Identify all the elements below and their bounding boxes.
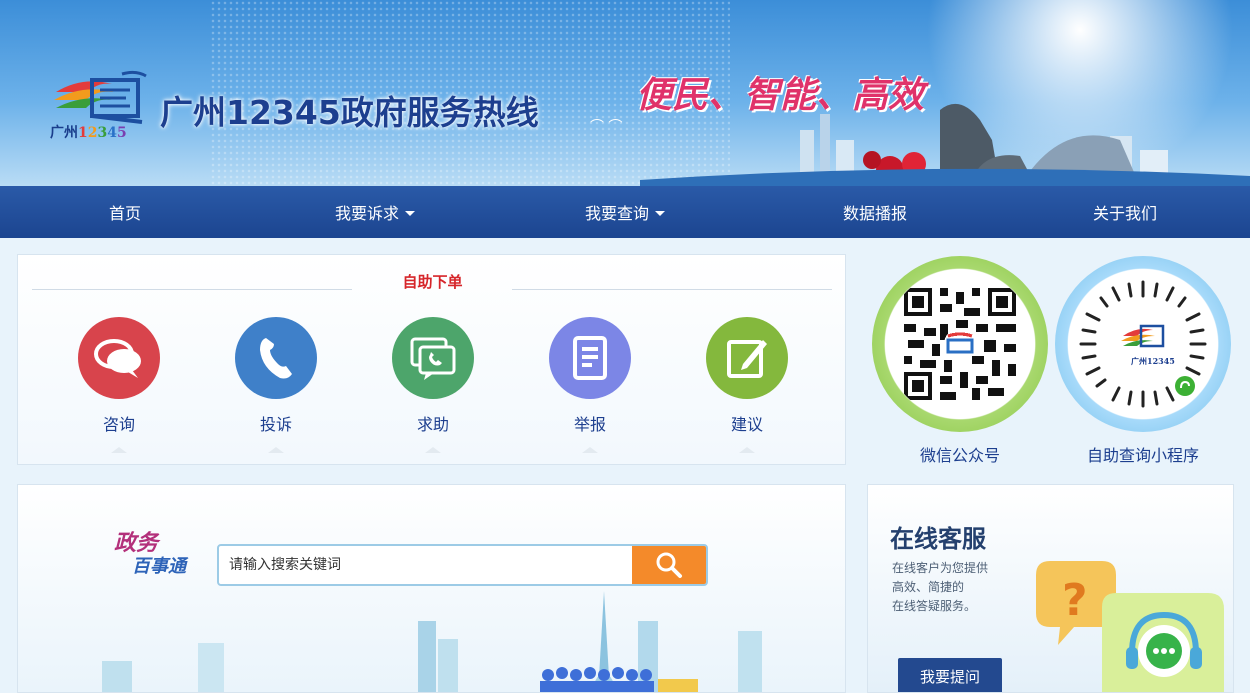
service-help[interactable]: 求助 [373, 317, 493, 453]
document-icon [549, 317, 631, 399]
nav-home-label: 首页 [108, 204, 141, 223]
caret-down-icon [405, 210, 415, 216]
nav-appeal[interactable]: 我要诉求 [250, 186, 500, 238]
service-suggestion[interactable]: 建议 [687, 317, 807, 453]
qr-mini-program-label: 自助查询小程序 [1086, 446, 1199, 465]
online-desc-line: 高效、简捷的 [892, 580, 965, 594]
service-report-label: 举报 [573, 415, 606, 434]
search-logo: 政务 百事通 [114, 531, 186, 579]
logo-subtext: 广州12345 [50, 125, 127, 141]
site-title: 广州12345政府服务热线 [160, 93, 539, 132]
search-icon [656, 552, 682, 578]
city-skyline-illustration [102, 591, 762, 692]
online-service-desc: 在线客户为您提供 高效、简捷的 在线答疑服务。 [892, 559, 1032, 616]
birds-decoration: ⌒ ⌒ [590, 119, 623, 135]
header-banner: 广州12345 广州12345政府服务热线 ⌒ ⌒ 便民、智能、高效 [0, 0, 1250, 186]
tick-decoration [739, 447, 755, 453]
main-nav: 首页 我要诉求 我要查询 数据播报 关于我们 [0, 186, 1250, 238]
nav-appeal-label: 我要诉求 [334, 204, 399, 223]
search-logo-line1: 政务 [114, 530, 159, 556]
service-suggestion-label: 建议 [730, 415, 763, 434]
self-service-panel: 自助下单 咨询 投诉 求助 举报 建议 [17, 254, 846, 465]
help-chat-icon [392, 317, 474, 399]
search-logo-line2: 百事通 [132, 556, 186, 577]
city-skyline-illustration [640, 103, 1250, 186]
mini-program-code-icon: 广州12345 [1068, 269, 1218, 419]
nav-about-label: 关于我们 [1092, 204, 1157, 223]
online-desc-line: 在线答疑服务。 [892, 599, 977, 613]
qr-ring [872, 256, 1048, 432]
tick-decoration [111, 447, 127, 453]
svg-text:广州12345: 广州12345 [1131, 356, 1175, 366]
online-service-panel: 在线客服 在线客户为您提供 高效、简捷的 在线答疑服务。 我要提问 ? [867, 484, 1234, 693]
search-panel: 政务 百事通 [17, 484, 846, 693]
edit-icon [706, 317, 788, 399]
search-button[interactable] [632, 546, 706, 584]
qr-ring: 广州12345 [1055, 256, 1231, 432]
nav-data-report-label: 数据播报 [842, 204, 907, 223]
phone-icon [235, 317, 317, 399]
qr-mini-program[interactable]: 广州12345 自助查询小程序 [1055, 256, 1231, 466]
service-complaint-label: 投诉 [259, 415, 292, 434]
svg-text:?: ? [1062, 575, 1088, 626]
tick-decoration [425, 447, 441, 453]
customer-service-icon: ? [1036, 561, 1224, 692]
search-box [217, 544, 708, 586]
tick-decoration [582, 447, 598, 453]
search-input[interactable] [219, 546, 635, 584]
qr-code-icon [885, 269, 1035, 419]
service-help-label: 求助 [416, 415, 449, 434]
service-consult-label: 咨询 [102, 415, 135, 434]
tick-decoration [268, 447, 284, 453]
online-desc-line: 在线客户为您提供 [892, 561, 989, 575]
ask-question-button[interactable]: 我要提问 [898, 658, 1002, 692]
caret-down-icon [655, 210, 665, 216]
nav-query-label: 我要查询 [584, 204, 649, 223]
chat-bubbles-icon [78, 317, 160, 399]
online-service-title: 在线客服 [890, 525, 986, 553]
qr-wechat-label: 微信公众号 [919, 446, 1000, 465]
nav-about[interactable]: 关于我们 [1000, 186, 1250, 238]
qr-wechat-official[interactable]: 微信公众号 [872, 256, 1048, 466]
nav-query[interactable]: 我要查询 [500, 186, 750, 238]
nav-home[interactable]: 首页 [0, 186, 250, 238]
nav-data-report[interactable]: 数据播报 [750, 186, 1000, 238]
service-report[interactable]: 举报 [530, 317, 650, 453]
self-service-title: 自助下单 [402, 273, 463, 291]
service-consult[interactable]: 咨询 [59, 317, 179, 453]
service-complaint[interactable]: 投诉 [216, 317, 336, 453]
